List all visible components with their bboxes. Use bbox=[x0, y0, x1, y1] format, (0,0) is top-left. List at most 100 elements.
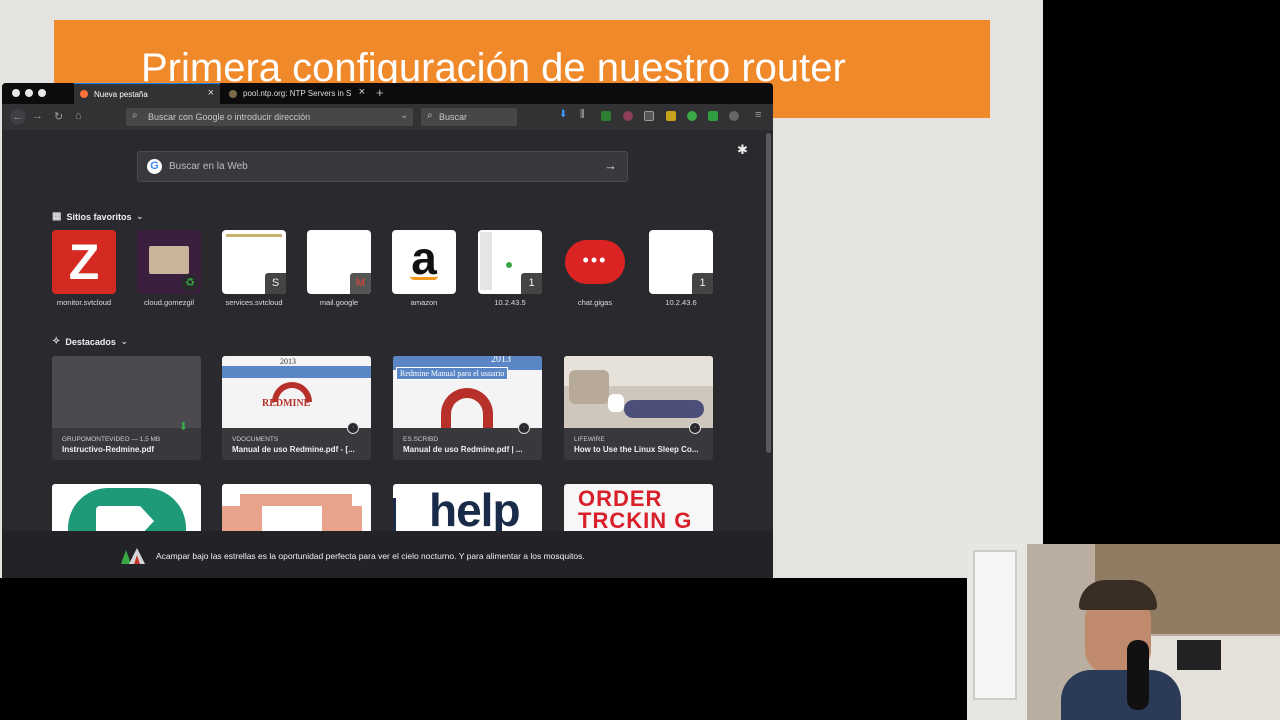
site-thumbnail: Z bbox=[52, 230, 116, 294]
tab-ntp-pool[interactable]: pool.ntp.org: NTP Servers in Sp × bbox=[223, 83, 371, 104]
minimize-window-button[interactable] bbox=[25, 89, 33, 97]
nextcloud-sync-icon: ♻ bbox=[181, 274, 199, 292]
highlights-heading-label: Destacados bbox=[65, 336, 116, 347]
top-sites-heading[interactable]: ▦ Sitios favoritos ⌄ bbox=[52, 211, 143, 222]
browser-window: Nueva pestaña × pool.ntp.org: NTP Server… bbox=[2, 83, 773, 578]
top-site-tile[interactable]: 1 10.2.43.5 bbox=[478, 230, 542, 307]
firefox-icon bbox=[80, 90, 88, 98]
site-thumbnail: ••• bbox=[563, 230, 627, 294]
extension-paw-icon[interactable] bbox=[623, 111, 633, 121]
web-search-box[interactable]: G Buscar en la Web → bbox=[137, 151, 628, 182]
highlight-card[interactable]: 2013 Redmine Manual para el usuario · ES… bbox=[393, 356, 542, 460]
site-thumbnail: 1 bbox=[478, 230, 542, 294]
search-bar-placeholder: Buscar bbox=[439, 112, 468, 122]
highlight-thumbnail: 2013 REDMINE bbox=[222, 356, 371, 428]
highlight-thumbnail: 2013 Redmine Manual para el usuario bbox=[393, 356, 542, 428]
highlight-thumbnail bbox=[564, 356, 713, 428]
highlight-card[interactable]: ORDER TRCKIN G bbox=[564, 484, 713, 532]
top-site-tile[interactable]: S services.svtcloud bbox=[222, 230, 286, 307]
highlight-card[interactable] bbox=[52, 484, 201, 532]
tab-nueva-pestana[interactable]: Nueva pestaña × bbox=[74, 83, 220, 104]
year-text: 2013 bbox=[491, 356, 511, 365]
top-site-tile[interactable]: ••• chat.gigas bbox=[563, 230, 627, 307]
highlight-source: GRUPOMONTEVIDEO — 1,5 MB bbox=[62, 436, 161, 443]
highlight-title: Instructivo-Redmine.pdf bbox=[62, 445, 155, 454]
close-tab-icon[interactable]: × bbox=[359, 86, 365, 98]
site-label: 10.2.43.6 bbox=[665, 298, 697, 307]
address-bar[interactable]: ⌕ Buscar con Google o introducir direcci… bbox=[126, 108, 413, 126]
highlight-card[interactable]: 2013 REDMINE · VDOCUMENTS Manual de uso … bbox=[222, 356, 371, 460]
highlight-source: LIFEWIRE bbox=[574, 436, 605, 443]
site-thumbnail: ♻ bbox=[137, 230, 201, 294]
top-site-tile[interactable]: ♻ cloud.gomezgil bbox=[137, 230, 201, 307]
zoom-window-button[interactable] bbox=[38, 89, 46, 97]
new-tab-plus-icon[interactable]: + bbox=[376, 85, 384, 100]
site-label: amazon bbox=[410, 298, 438, 307]
search-icon: ⌕ bbox=[132, 110, 138, 121]
snippet-text: Acampar bajo las estrellas es la oportun… bbox=[156, 551, 585, 561]
library-icon[interactable]: ⫼ bbox=[580, 109, 590, 120]
site-badge: 1 bbox=[521, 273, 542, 294]
downloads-icon[interactable]: ⬇ bbox=[559, 109, 569, 120]
top-site-tile[interactable]: 1 10.2.43.6 bbox=[649, 230, 713, 307]
extension-puzzle-icon[interactable] bbox=[666, 111, 676, 121]
highlights-heading[interactable]: ✧ Destacados ⌄ bbox=[52, 336, 128, 347]
new-tab-page: ✱ G Buscar en la Web → ▦ Sitios favorito… bbox=[2, 130, 773, 578]
help-text: help bbox=[429, 484, 521, 532]
zotero-logo-icon: Z bbox=[68, 234, 100, 290]
back-arrow-icon[interactable]: ← bbox=[10, 109, 26, 125]
highlight-thumbnail bbox=[52, 356, 201, 428]
address-bar-placeholder: Buscar con Google o introducir dirección bbox=[148, 112, 311, 122]
redmine-banner-text: Redmine Manual para el usuario bbox=[396, 367, 509, 380]
extension-window-icon[interactable] bbox=[644, 111, 654, 121]
extension-grid-icon[interactable] bbox=[708, 111, 718, 121]
site-thumbnail: M bbox=[307, 230, 371, 294]
hamburger-menu-icon[interactable]: ≡ bbox=[755, 109, 761, 121]
site-badge: S bbox=[265, 273, 286, 294]
rocket-chat-icon: ••• bbox=[565, 240, 625, 284]
top-site-tile[interactable]: a amazon bbox=[392, 230, 456, 307]
site-thumbnail: 1 bbox=[649, 230, 713, 294]
sparkle-icon: ✧ bbox=[52, 336, 61, 347]
site-thumbnail: a bbox=[392, 230, 456, 294]
webcam-overlay bbox=[967, 544, 1280, 720]
tracking-text: TRCKIN G bbox=[578, 508, 693, 532]
tent-tree-icon bbox=[121, 548, 145, 564]
chevron-down-icon: ⌄ bbox=[120, 337, 128, 346]
scrollbar[interactable] bbox=[766, 133, 771, 453]
google-logo-icon: G bbox=[147, 159, 162, 174]
site-label: cloud.gomezgil bbox=[143, 298, 195, 307]
reload-icon[interactable]: ↻ bbox=[54, 110, 63, 123]
web-search-placeholder: Buscar en la Web bbox=[169, 161, 248, 172]
highlight-card[interactable] bbox=[222, 484, 371, 532]
gmail-icon: M bbox=[350, 273, 371, 294]
top-site-tile[interactable]: M mail.google bbox=[307, 230, 371, 307]
tab-label: Nueva pestaña bbox=[94, 89, 148, 99]
extension-green-circle-icon[interactable] bbox=[687, 111, 697, 121]
close-window-button[interactable] bbox=[12, 89, 20, 97]
extension-chart-icon[interactable] bbox=[601, 111, 611, 121]
highlight-card[interactable]: ⬇ GRUPOMONTEVIDEO — 1,5 MB Instructivo-R… bbox=[52, 356, 201, 460]
highlight-source: VDOCUMENTS bbox=[232, 436, 279, 443]
close-tab-icon[interactable]: × bbox=[208, 87, 214, 99]
clock-icon: · bbox=[347, 422, 359, 434]
gear-icon[interactable]: ✱ bbox=[737, 142, 748, 158]
tab-bar: Nueva pestaña × pool.ntp.org: NTP Server… bbox=[2, 83, 773, 104]
home-icon[interactable]: ⌂ bbox=[75, 110, 82, 122]
site-label: 10.2.43.5 bbox=[494, 298, 526, 307]
ntp-favicon-icon bbox=[229, 89, 237, 98]
tab-label: pool.ntp.org: NTP Servers in Sp bbox=[243, 89, 351, 98]
highlight-card[interactable]: · LIFEWIRE How to Use the Linux Sleep Co… bbox=[564, 356, 713, 460]
site-label: mail.google bbox=[319, 298, 359, 307]
highlight-source: ES.SCRIBD bbox=[403, 436, 439, 443]
highlight-card[interactable]: help bbox=[393, 484, 542, 532]
search-bar[interactable]: ⌕ Buscar bbox=[421, 108, 517, 126]
account-icon[interactable] bbox=[729, 111, 739, 121]
chevron-down-icon[interactable]: ⌄ bbox=[400, 110, 408, 121]
top-site-tile[interactable]: Z monitor.svtcloud bbox=[52, 230, 116, 307]
forward-arrow-icon[interactable]: → bbox=[32, 110, 43, 122]
arrow-right-icon[interactable]: → bbox=[604, 158, 617, 173]
year-text: 2013 bbox=[280, 357, 296, 366]
site-label: services.svtcloud bbox=[225, 298, 283, 307]
chevron-down-icon: ⌄ bbox=[136, 212, 144, 221]
